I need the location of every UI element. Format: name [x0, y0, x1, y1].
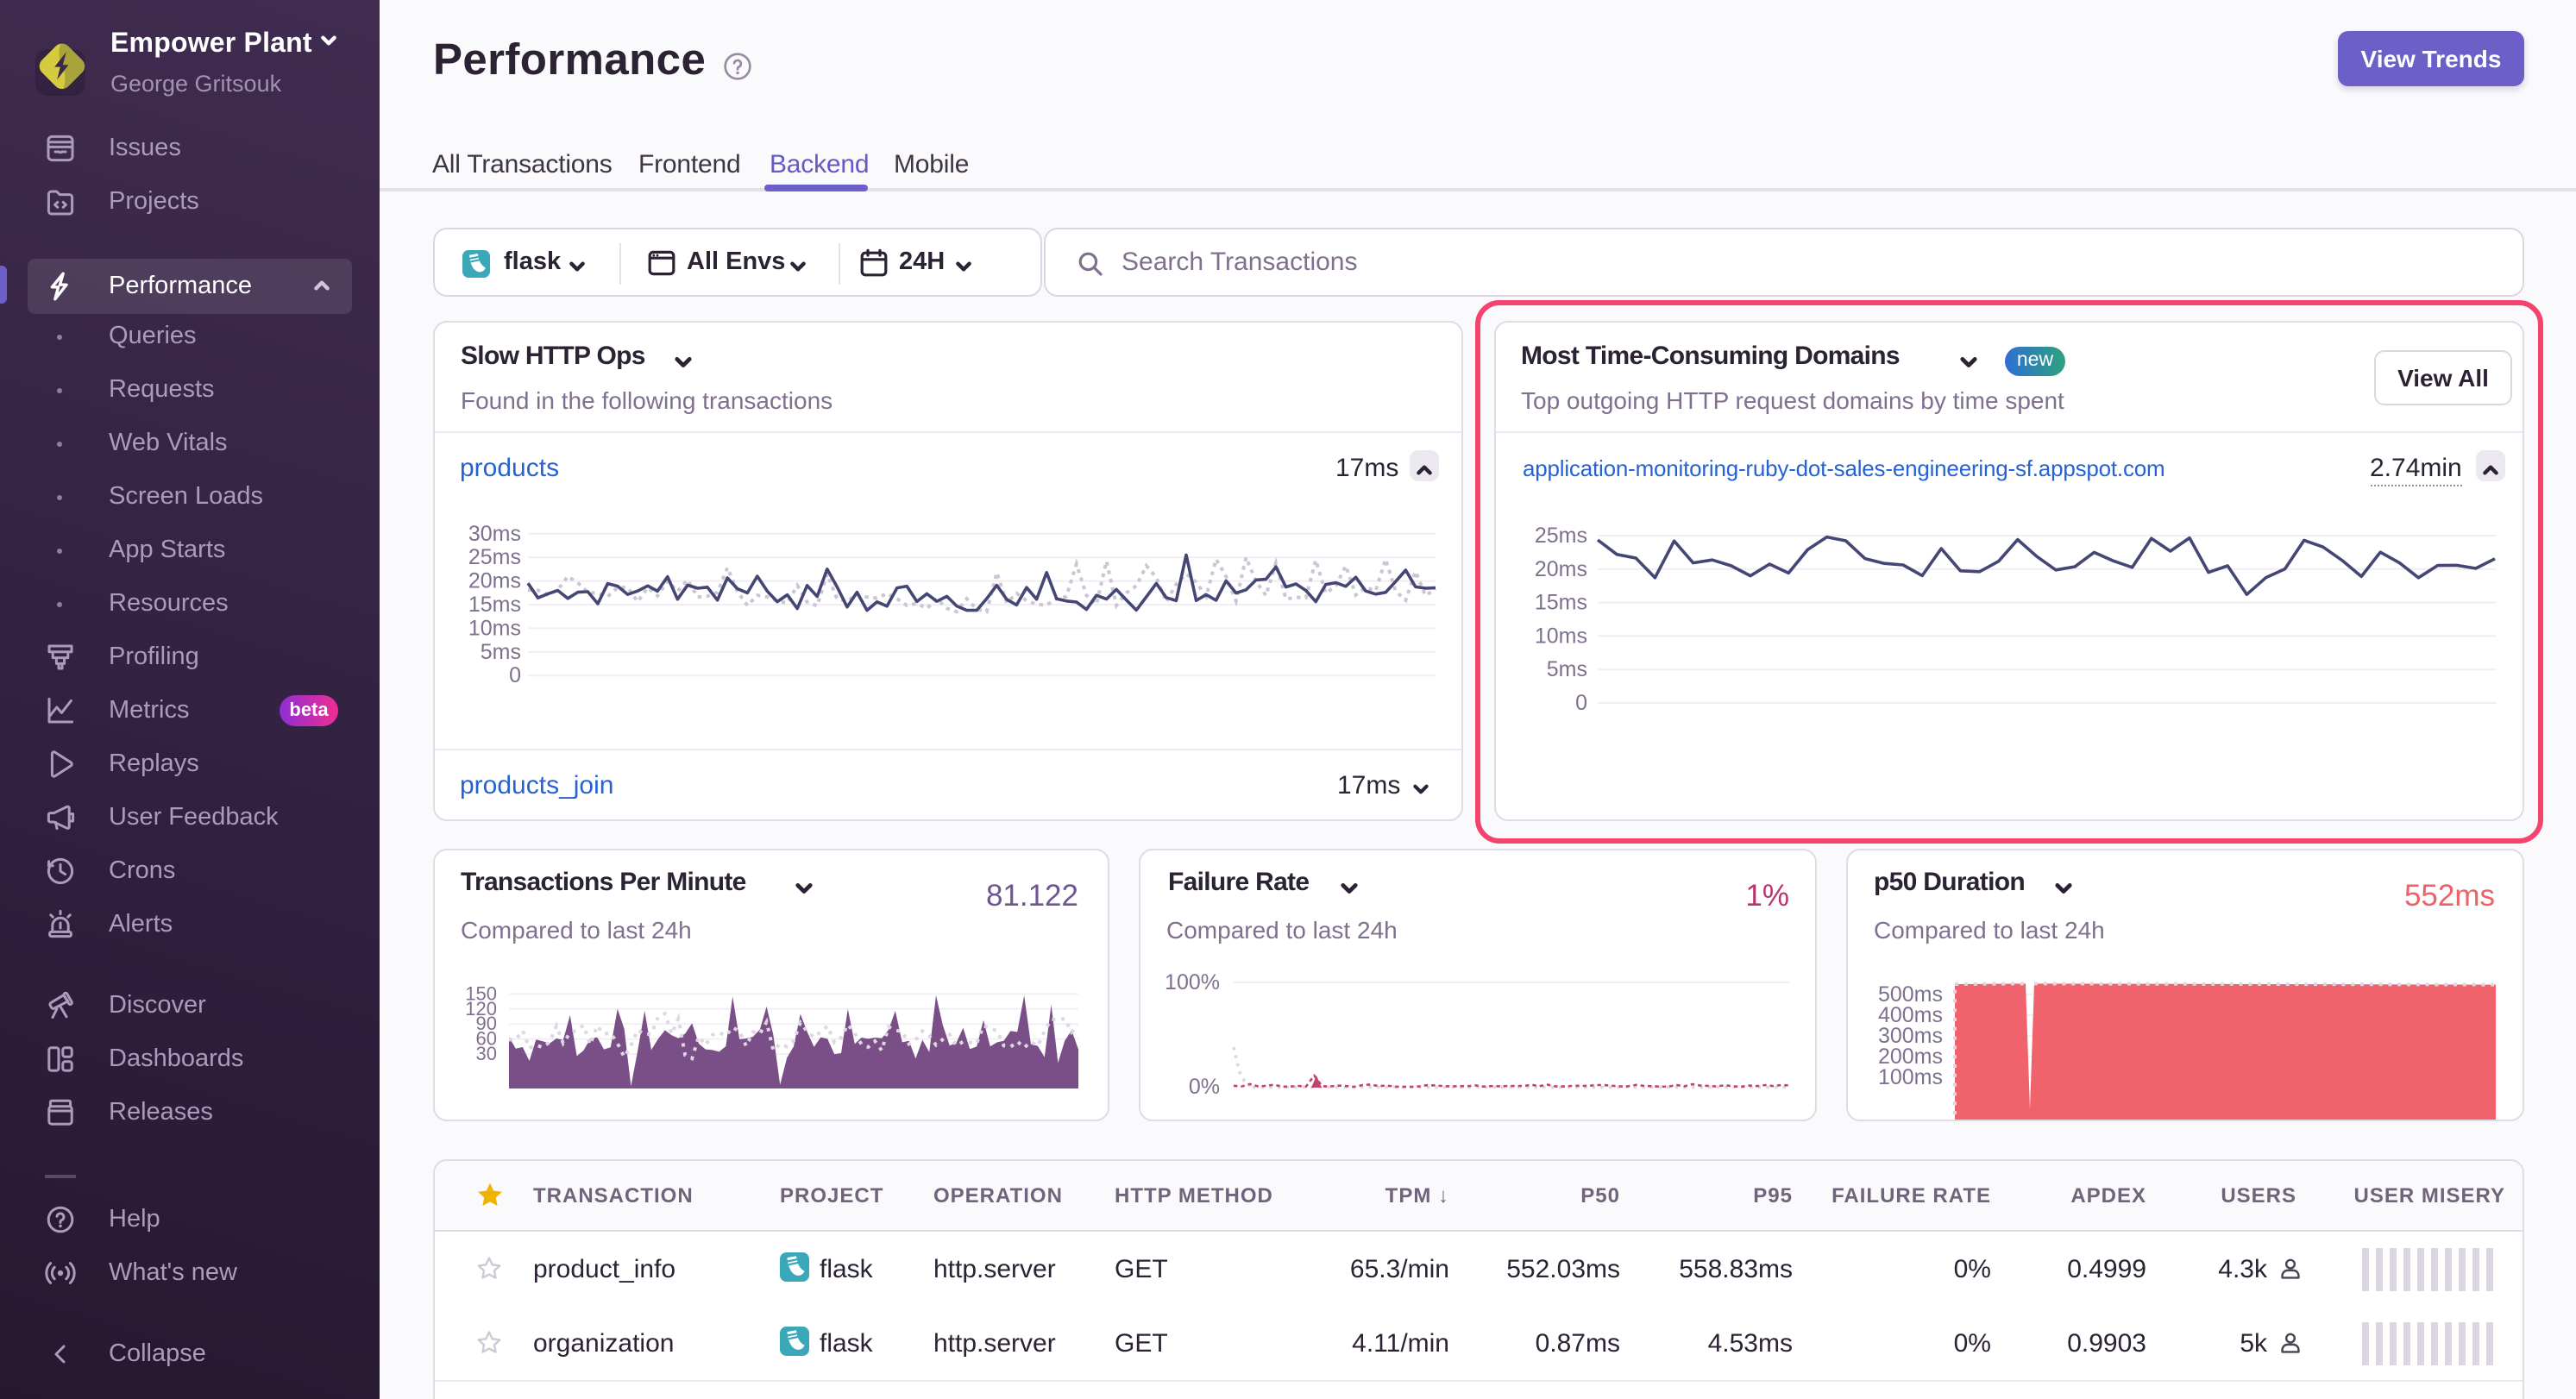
svg-text:100%: 100% — [1165, 970, 1220, 994]
svg-text:100ms: 100ms — [1878, 1065, 1943, 1089]
svg-text:10ms: 10ms — [1535, 624, 1587, 648]
svg-text:15ms: 15ms — [1535, 591, 1587, 615]
svg-text:0: 0 — [1575, 691, 1587, 715]
svg-text:15ms: 15ms — [468, 593, 521, 617]
svg-text:5ms: 5ms — [1547, 657, 1587, 681]
svg-text:25ms: 25ms — [468, 545, 521, 569]
svg-text:5ms: 5ms — [481, 640, 521, 664]
svg-text:0: 0 — [509, 663, 521, 687]
svg-text:30ms: 30ms — [468, 522, 521, 546]
svg-text:20ms: 20ms — [1535, 557, 1587, 581]
svg-text:10ms: 10ms — [468, 616, 521, 640]
svg-text:0%: 0% — [1189, 1075, 1220, 1099]
svg-text:20ms: 20ms — [468, 569, 521, 593]
svg-text:25ms: 25ms — [1535, 524, 1587, 548]
svg-text:30: 30 — [476, 1043, 497, 1064]
